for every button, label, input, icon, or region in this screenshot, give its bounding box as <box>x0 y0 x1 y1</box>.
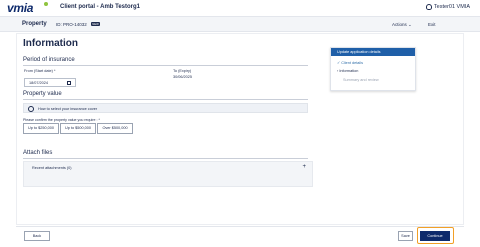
help-text: How to select your insurance cover <box>38 106 98 111</box>
chevron-down-icon: ⌄ <box>408 22 412 27</box>
option-up-to-250k[interactable]: Up to $250,000 <box>23 123 59 134</box>
property-value-heading: Property value <box>23 91 62 97</box>
from-date-input[interactable]: 18/07/2024 <box>24 78 76 87</box>
user-icon <box>425 4 432 10</box>
footer-bar <box>16 226 464 247</box>
user-name: Tester01 VMIA <box>433 4 470 10</box>
period-divider <box>23 65 308 66</box>
actions-dropdown[interactable]: Actions ⌄ <box>392 22 412 28</box>
to-label: To (Expiry) <box>173 69 192 73</box>
nav-item-label: Information <box>339 69 359 73</box>
calendar-icon[interactable] <box>67 81 71 85</box>
application-steps-nav: Update application details ✓ Client deta… <box>330 47 416 91</box>
save-button[interactable]: Save <box>398 231 413 241</box>
back-button[interactable]: Back <box>24 231 50 241</box>
status-badge: NEW <box>91 22 100 26</box>
help-bar[interactable]: How to select your insurance cover <box>23 103 308 113</box>
actions-label: Actions <box>392 22 407 27</box>
user-menu[interactable]: Tester01 VMIA <box>425 4 470 10</box>
section-heading: Information <box>23 38 78 49</box>
property-divider <box>23 99 308 100</box>
add-attachment-button[interactable]: + <box>302 164 306 170</box>
nav-header: Update application details <box>331 48 415 56</box>
nav-item-summary: Summary and review <box>343 78 379 82</box>
exit-link[interactable]: Exit <box>428 22 436 27</box>
nav-item-label: Client details <box>341 61 363 65</box>
vmia-logo[interactable]: vmia <box>7 1 33 15</box>
continue-button[interactable]: Continue <box>420 231 450 241</box>
application-id: ID: PRO-14032 <box>56 22 87 27</box>
sub-header: Property ID: PRO-14032 NEW Actions ⌄ Exi… <box>0 17 480 32</box>
attach-divider <box>23 158 308 159</box>
portal-title: Client portal - Amb Testorg1 <box>60 4 141 10</box>
period-heading: Period of insurance <box>23 57 75 63</box>
help-icon <box>28 105 34 112</box>
from-label: From (Start date) * <box>24 69 56 73</box>
nav-item-information[interactable]: › Information <box>337 69 358 73</box>
from-date-value: 18/07/2024 <box>29 81 49 85</box>
option-up-to-500k[interactable]: Up to $500,000 <box>60 123 96 134</box>
page-title: Property <box>22 21 47 27</box>
attachments-panel: Recent attachments (0) + <box>23 161 313 187</box>
attach-files-heading: Attach files <box>23 150 53 156</box>
to-date-value: 30/06/2025 <box>173 75 193 79</box>
property-value-question: Please confirm the property value you re… <box>23 118 100 122</box>
nav-item-client-details[interactable]: ✓ Client details <box>337 60 363 65</box>
logo-dot <box>44 2 48 6</box>
recent-attachments-label: Recent attachments (0) <box>32 166 72 170</box>
option-over-500k[interactable]: Over $500,000 <box>97 123 133 134</box>
top-header: vmia Client portal - Amb Testorg1 Tester… <box>0 0 480 17</box>
